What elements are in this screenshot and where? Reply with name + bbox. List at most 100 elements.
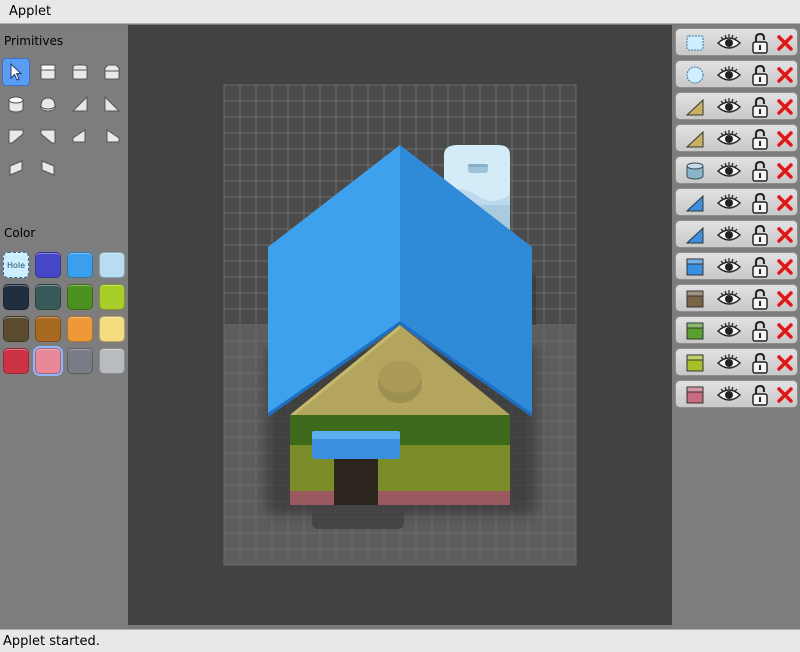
eye-icon[interactable] bbox=[716, 226, 742, 244]
unlock-icon[interactable] bbox=[751, 352, 769, 374]
ramp-right-icon bbox=[104, 95, 121, 112]
slope-left-icon bbox=[72, 129, 86, 143]
delete-icon[interactable] bbox=[776, 290, 794, 308]
unlock-icon[interactable] bbox=[751, 64, 769, 86]
color-swatch[interactable] bbox=[67, 316, 93, 342]
ramp-icon bbox=[685, 98, 704, 116]
color-swatch[interactable] bbox=[99, 348, 125, 374]
box-icon bbox=[686, 354, 704, 372]
ramp-icon bbox=[685, 226, 704, 244]
unlock-icon[interactable] bbox=[751, 384, 769, 406]
slope-right-tool-button[interactable] bbox=[98, 122, 126, 150]
color-swatch[interactable] bbox=[67, 348, 93, 374]
color-swatch[interactable] bbox=[35, 284, 61, 310]
eye-icon[interactable] bbox=[716, 130, 742, 148]
layer-row[interactable] bbox=[675, 380, 798, 408]
wedge-left-tool-button[interactable] bbox=[2, 122, 30, 150]
layer-row[interactable] bbox=[675, 28, 798, 56]
rounded-box-tool-button[interactable] bbox=[66, 58, 94, 86]
color-swatch[interactable] bbox=[3, 316, 29, 342]
eye-icon[interactable] bbox=[716, 34, 742, 52]
scene-canvas[interactable] bbox=[128, 25, 672, 625]
status-bar: Applet started. bbox=[0, 629, 800, 652]
pointer-tool-button[interactable] bbox=[2, 58, 30, 86]
canvas-area[interactable] bbox=[128, 25, 672, 625]
hole-cylinder-icon bbox=[686, 66, 704, 84]
color-swatch[interactable] bbox=[35, 316, 61, 342]
primitives-label: Primitives bbox=[4, 34, 64, 48]
delete-icon[interactable] bbox=[776, 386, 794, 404]
ramp-right-tool-button[interactable] bbox=[98, 90, 126, 118]
layer-row[interactable] bbox=[675, 124, 798, 152]
layer-row[interactable] bbox=[675, 188, 798, 216]
beveled-box-tool-button[interactable] bbox=[98, 58, 126, 86]
eye-icon[interactable] bbox=[716, 290, 742, 308]
unlock-icon[interactable] bbox=[751, 288, 769, 310]
ramp-icon bbox=[685, 130, 704, 148]
unlock-icon[interactable] bbox=[751, 320, 769, 342]
box-icon bbox=[686, 290, 704, 308]
wedge-right-tool-button[interactable] bbox=[34, 122, 62, 150]
wedge-left-icon bbox=[8, 129, 24, 144]
layers-panel bbox=[672, 25, 800, 629]
unlock-icon[interactable] bbox=[751, 224, 769, 246]
delete-icon[interactable] bbox=[776, 226, 794, 244]
slope-left-tool-button[interactable] bbox=[66, 122, 94, 150]
delete-icon[interactable] bbox=[776, 34, 794, 52]
layer-row[interactable] bbox=[675, 284, 798, 312]
ramp-left-tool-button[interactable] bbox=[66, 90, 94, 118]
color-swatch[interactable] bbox=[67, 284, 93, 310]
corner-right-icon bbox=[41, 160, 55, 176]
cylinder-icon bbox=[686, 162, 704, 180]
layer-row[interactable] bbox=[675, 348, 798, 376]
layer-row[interactable] bbox=[675, 92, 798, 120]
color-swatch[interactable] bbox=[33, 346, 63, 376]
layer-row[interactable] bbox=[675, 156, 798, 184]
layer-row[interactable] bbox=[675, 316, 798, 344]
corner-right-tool-button[interactable] bbox=[34, 154, 62, 182]
unlock-icon[interactable] bbox=[751, 160, 769, 182]
eye-icon[interactable] bbox=[716, 386, 742, 404]
eye-icon[interactable] bbox=[716, 258, 742, 276]
eye-icon[interactable] bbox=[716, 98, 742, 116]
delete-icon[interactable] bbox=[776, 258, 794, 276]
eye-icon[interactable] bbox=[716, 322, 742, 340]
dome-icon bbox=[40, 97, 56, 112]
unlock-icon[interactable] bbox=[751, 32, 769, 54]
swatch-hole[interactable]: Hole bbox=[3, 252, 29, 278]
delete-icon[interactable] bbox=[776, 322, 794, 340]
unlock-icon[interactable] bbox=[751, 128, 769, 150]
unlock-icon[interactable] bbox=[751, 192, 769, 214]
box-icon bbox=[40, 64, 56, 80]
box-tool-button[interactable] bbox=[34, 58, 62, 86]
rounded-box-icon bbox=[72, 64, 88, 80]
delete-icon[interactable] bbox=[776, 162, 794, 180]
color-swatch[interactable] bbox=[99, 316, 125, 342]
color-swatch[interactable] bbox=[3, 348, 29, 374]
eye-icon[interactable] bbox=[716, 66, 742, 84]
delete-icon[interactable] bbox=[776, 66, 794, 84]
cylinder-tool-button[interactable] bbox=[2, 90, 30, 118]
delete-icon[interactable] bbox=[776, 194, 794, 212]
color-swatch[interactable] bbox=[67, 252, 93, 278]
unlock-icon[interactable] bbox=[751, 256, 769, 278]
unlock-icon[interactable] bbox=[751, 96, 769, 118]
delete-icon[interactable] bbox=[776, 354, 794, 372]
delete-icon[interactable] bbox=[776, 130, 794, 148]
dome-tool-button[interactable] bbox=[34, 90, 62, 118]
status-text: Applet started. bbox=[3, 634, 100, 649]
eye-icon[interactable] bbox=[716, 194, 742, 212]
color-swatch[interactable] bbox=[35, 252, 61, 278]
left-panel: Primitives Color Hole bbox=[0, 25, 128, 629]
house-front bbox=[290, 415, 510, 505]
layer-row[interactable] bbox=[675, 252, 798, 280]
eye-icon[interactable] bbox=[716, 354, 742, 372]
delete-icon[interactable] bbox=[776, 98, 794, 116]
layer-row[interactable] bbox=[675, 60, 798, 88]
color-swatch[interactable] bbox=[99, 284, 125, 310]
eye-icon[interactable] bbox=[716, 162, 742, 180]
color-swatch[interactable] bbox=[3, 284, 29, 310]
layer-row[interactable] bbox=[675, 220, 798, 248]
corner-left-tool-button[interactable] bbox=[2, 154, 30, 182]
color-swatch[interactable] bbox=[99, 252, 125, 278]
